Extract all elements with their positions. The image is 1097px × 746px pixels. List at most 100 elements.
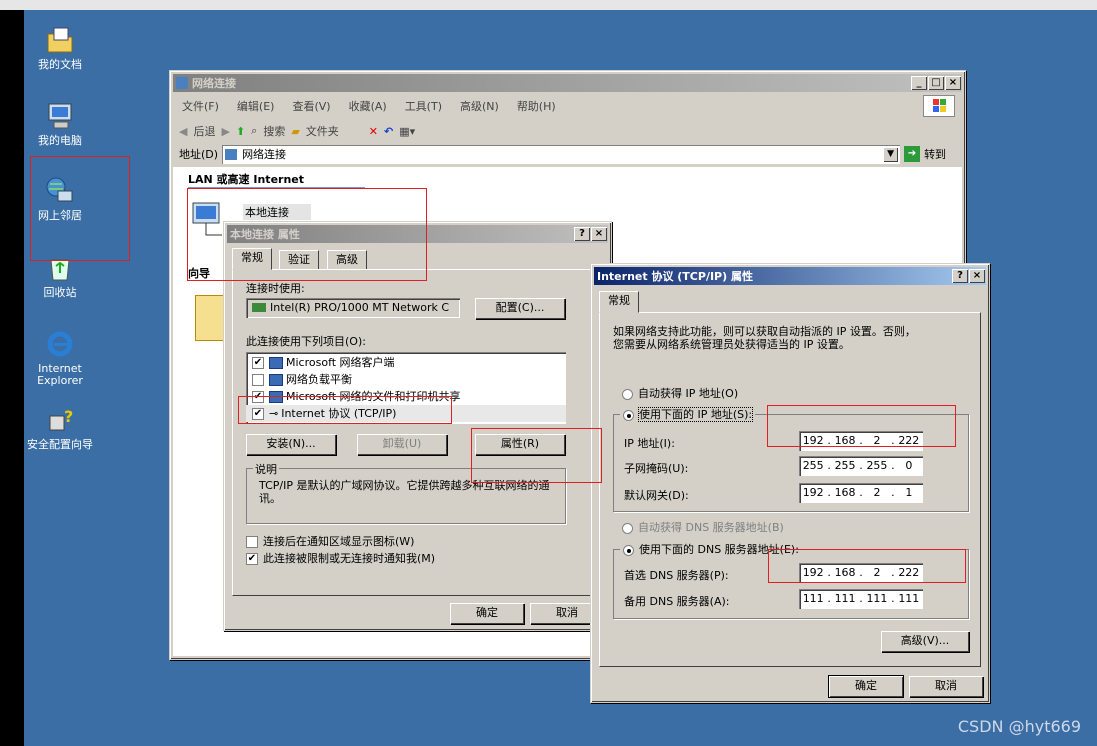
desktop-icon-my-computer[interactable]: 我的电脑: [22, 100, 98, 147]
tab-general[interactable]: 常规: [599, 291, 639, 313]
auto-dns-label: 自动获得 DNS 服务器地址(B): [638, 521, 784, 534]
close-button[interactable]: ×: [969, 269, 985, 283]
desktop-icon-recycle-bin[interactable]: 回收站: [22, 252, 98, 299]
minimize-button[interactable]: _: [911, 76, 927, 90]
list-item[interactable]: ✔ ⊸ Internet 协议 (TCP/IP): [246, 405, 566, 422]
intro-line-2: 您需要从网络系统管理员处获得适当的 IP 设置。: [613, 338, 850, 351]
gateway-label: 默认网关(D):: [624, 489, 689, 502]
title-bar: 网络连接 _ □ ×: [173, 74, 962, 92]
tab-advanced[interactable]: 高级: [327, 250, 367, 270]
cancel-button[interactable]: 取消: [909, 676, 983, 697]
dns1-label: 首选 DNS 服务器(P):: [624, 569, 729, 582]
subnet-mask-input[interactable]: 255. 255. 255. 0: [799, 456, 923, 476]
menu-favorites[interactable]: 收藏(A): [340, 98, 396, 114]
menu-file[interactable]: 文件(F): [173, 98, 228, 114]
properties-button[interactable]: 属性(R): [475, 434, 565, 455]
checkbox[interactable]: [252, 373, 264, 386]
desktop-icon-network[interactable]: 网上邻居: [22, 175, 98, 222]
svg-text:?: ?: [64, 407, 73, 426]
uninstall-button[interactable]: 卸载(U): [357, 434, 447, 455]
go-arrow-icon[interactable]: ➔: [904, 146, 921, 162]
checkbox[interactable]: ✔: [252, 356, 264, 369]
gateway-input[interactable]: 192. 168. 2. 1: [799, 483, 923, 503]
recycle-bin-icon: [50, 259, 70, 281]
ok-button[interactable]: 确定: [828, 675, 904, 698]
back-icon[interactable]: ◀: [179, 125, 187, 138]
menu-help[interactable]: 帮助(H): [508, 98, 565, 114]
manual-ip-label: 使用下面的 IP 地址(S):: [637, 407, 754, 422]
window-title: 网络连接: [192, 77, 236, 90]
dns-group: 使用下面的 DNS 服务器地址(E): 首选 DNS 服务器(P): 192. 1…: [613, 541, 969, 619]
top-bar: [0, 0, 1097, 10]
list-item[interactable]: ✔ Microsoft 网络的文件和打印机共享: [246, 388, 566, 405]
help-button[interactable]: ?: [952, 269, 968, 283]
show-icon-label: 连接后在通知区域显示图标(W): [263, 535, 415, 548]
desktop-icon-security-wizard[interactable]: ? 安全配置向导: [22, 404, 98, 451]
desktop-icon-label: Explorer: [37, 374, 83, 387]
close-button[interactable]: ×: [945, 76, 961, 90]
menu-advanced[interactable]: 高级(N): [451, 98, 508, 114]
notify-label: 此连接被限制或无连接时通知我(M): [263, 552, 436, 565]
dropdown-arrow-icon[interactable]: ▼: [883, 146, 899, 162]
show-icon-option[interactable]: 连接后在通知区域显示图标(W): [246, 533, 414, 549]
ok-button[interactable]: 确定: [450, 603, 524, 624]
auto-ip-option[interactable]: 自动获得 IP 地址(O): [622, 385, 738, 401]
notify-option[interactable]: ✔ 此连接被限制或无连接时通知我(M): [246, 550, 435, 566]
undo-icon[interactable]: ↶: [384, 125, 393, 138]
delete-icon[interactable]: ✕: [369, 125, 378, 138]
connection-name[interactable]: 本地连接: [243, 204, 311, 220]
network-icon: [225, 148, 238, 160]
service-icon: [269, 390, 283, 403]
menu-tools[interactable]: 工具(T): [396, 98, 451, 114]
list-item[interactable]: ✔ Microsoft 网络客户端: [246, 354, 566, 371]
radio[interactable]: [622, 388, 633, 400]
manual-ip-option[interactable]: 使用下面的 IP 地址(S):: [620, 406, 756, 422]
title-bar: Internet 协议 (TCP/IP) 属性 ? ×: [594, 267, 986, 285]
desktop-icon-ie[interactable]: Internet Explorer: [22, 328, 98, 387]
address-input[interactable]: 网络连接 ▼: [222, 144, 901, 164]
checkbox[interactable]: ✔: [252, 407, 264, 420]
network-icon: [176, 77, 188, 89]
list-item[interactable]: 网络负载平衡: [246, 371, 566, 388]
alternate-dns-input[interactable]: 111. 111. 111. 111: [799, 589, 923, 609]
item-label: Microsoft 网络的文件和打印机共享: [286, 390, 461, 403]
desktop-icon-my-documents[interactable]: 我的文档: [22, 24, 98, 71]
local-connection-icon[interactable]: [191, 201, 225, 241]
ip-address-input[interactable]: 192. 168. 2. 222: [799, 431, 923, 451]
checkbox[interactable]: ✔: [246, 553, 258, 565]
item-label: 网络负载平衡: [286, 373, 352, 386]
back-label[interactable]: 后退: [193, 123, 215, 139]
tab-authentication[interactable]: 验证: [279, 250, 319, 270]
auto-ip-label: 自动获得 IP 地址(O): [638, 387, 739, 400]
radio[interactable]: [623, 544, 634, 556]
go-button[interactable]: 转到: [924, 146, 946, 162]
item-label: Internet 协议 (TCP/IP): [281, 407, 397, 420]
close-button[interactable]: ×: [591, 227, 607, 241]
configure-button[interactable]: 配置(C)...: [475, 298, 565, 319]
views-icon[interactable]: ▦▾: [399, 125, 415, 138]
install-button[interactable]: 安装(N)...: [246, 434, 336, 455]
menu-view[interactable]: 查看(V): [283, 98, 339, 114]
folders-button[interactable]: 文件夹: [306, 123, 339, 139]
up-folder-icon[interactable]: ⬆: [236, 125, 245, 138]
watermark: CSDN @hyt669: [957, 717, 1081, 736]
radio[interactable]: [623, 409, 634, 421]
menu-edit[interactable]: 编辑(E): [228, 98, 284, 114]
help-button[interactable]: ?: [574, 227, 590, 241]
advanced-button[interactable]: 高级(V)...: [881, 631, 969, 652]
maximize-button[interactable]: □: [928, 76, 944, 90]
checkbox[interactable]: [246, 536, 258, 548]
adapter-field: Intel(R) PRO/1000 MT Network C: [246, 298, 460, 318]
checkbox[interactable]: ✔: [252, 390, 264, 403]
radio[interactable]: [622, 522, 633, 534]
protocol-icon: ⊸: [269, 407, 279, 420]
components-list[interactable]: ✔ Microsoft 网络客户端 网络负载平衡 ✔ Microsoft 网络的文件…: [246, 352, 566, 424]
manual-dns-option[interactable]: 使用下面的 DNS 服务器地址(E):: [620, 541, 802, 557]
auto-dns-option[interactable]: 自动获得 DNS 服务器地址(B): [622, 519, 784, 535]
dialog-title: Internet 协议 (TCP/IP) 属性: [597, 270, 753, 283]
preferred-dns-input[interactable]: 192. 168. 2. 222: [799, 563, 923, 583]
search-button[interactable]: 搜索: [263, 123, 285, 139]
client-icon: [269, 356, 283, 369]
forward-icon[interactable]: ▶: [221, 125, 229, 138]
tab-general[interactable]: 常规: [232, 248, 272, 270]
